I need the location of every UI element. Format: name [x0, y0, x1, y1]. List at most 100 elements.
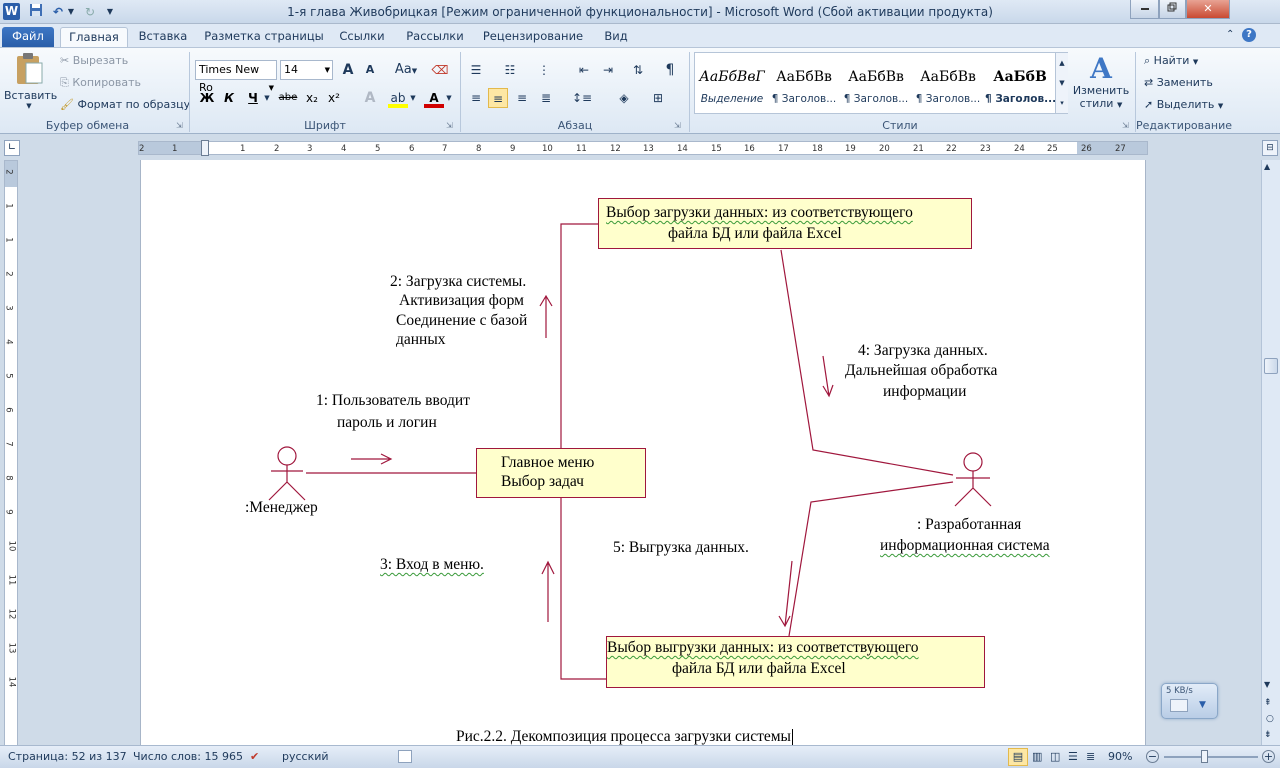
outline-view-icon[interactable]: ☰ — [1068, 750, 1078, 763]
ruler-tick: 25 — [1047, 144, 1058, 154]
format-painter-button[interactable]: 🖌 Формат по образцу — [60, 98, 190, 111]
grow-font-button[interactable]: A — [338, 60, 358, 80]
web-layout-icon[interactable]: ◫ — [1050, 750, 1060, 763]
style-heading[interactable]: АаБбВв ¶ Заголов... — [913, 61, 983, 113]
gallery-scroll[interactable]: ▲ ▼ ▾ — [1055, 53, 1068, 113]
chevron-down-icon: ▼ — [324, 66, 330, 74]
full-screen-reading-icon[interactable]: ▥ — [1032, 750, 1042, 763]
zoom-slider[interactable] — [1164, 756, 1258, 758]
tab-insert[interactable]: Вставка — [134, 27, 192, 47]
decrease-indent-button[interactable]: ⇤ — [574, 60, 594, 80]
draft-view-icon[interactable]: ≣ — [1086, 750, 1095, 763]
subscript-button[interactable]: x₂ — [302, 88, 322, 108]
clear-formatting-button[interactable]: ⌫ — [430, 60, 450, 80]
show-marks-button[interactable]: ¶ — [660, 60, 680, 80]
tab-file[interactable]: Файл — [2, 27, 54, 47]
document-page[interactable]: Выбор загрузки данных: из соответствующе… — [140, 160, 1146, 750]
dialog-launcher-icon[interactable]: ⇲ — [446, 121, 453, 130]
line-spacing-button[interactable]: ↕≡ — [568, 88, 596, 108]
scroll-thumb[interactable] — [1264, 358, 1278, 374]
ruler-tick: 9 — [3, 509, 14, 515]
strikethrough-button[interactable]: abe — [278, 88, 298, 108]
zoom-in-icon[interactable]: + — [1262, 750, 1275, 763]
tab-mailings[interactable]: Рассылки — [400, 27, 470, 47]
dialog-launcher-icon[interactable]: ⇲ — [176, 121, 183, 130]
bullets-button[interactable]: ☰ — [466, 60, 486, 80]
minimize-button[interactable] — [1130, 0, 1159, 19]
align-center-button[interactable]: ≡ — [488, 88, 508, 108]
increase-indent-button[interactable]: ⇥ — [598, 60, 618, 80]
view-ruler-icon[interactable]: ⊟ — [1262, 140, 1278, 156]
highlight-button[interactable]: ab — [388, 88, 408, 108]
next-page-icon[interactable]: ⇟ — [1264, 730, 1272, 740]
underline-button[interactable]: Ч — [243, 88, 263, 108]
zoom-out-icon[interactable]: − — [1146, 750, 1159, 763]
vertical-scrollbar[interactable]: ▲ ▼ ⇞ ○ ⇟ — [1261, 160, 1280, 750]
zoom-slider-thumb[interactable] — [1201, 750, 1208, 763]
shading-button[interactable]: ◈ — [610, 88, 638, 108]
language-indicator[interactable]: русский — [282, 750, 329, 763]
multilevel-list-button[interactable]: ⋮ — [534, 60, 554, 80]
load-choice-box[interactable]: Выбор загрузки данных: из соответствующе… — [598, 198, 972, 249]
bold-button[interactable]: Ж — [197, 88, 217, 108]
cut-button[interactable]: ✂ Вырезать — [60, 54, 128, 67]
cursor-icon: ➚ — [1144, 98, 1154, 111]
macro-record-icon[interactable] — [398, 750, 412, 763]
scroll-down-icon[interactable]: ▼ — [1264, 680, 1270, 689]
change-styles-button[interactable]: A Изменить стили ▼ — [1072, 54, 1130, 111]
tab-references[interactable]: Ссылки — [334, 27, 390, 47]
borders-button[interactable]: ⊞ — [644, 88, 672, 108]
minimize-ribbon-icon[interactable]: ⌃ — [1226, 29, 1234, 40]
find-button[interactable]: ⌕ Найти ▼ — [1144, 54, 1198, 68]
style-heading[interactable]: АаБбВ ¶ Заголов... — [985, 61, 1055, 113]
font-color-button[interactable]: A — [424, 88, 444, 108]
justify-button[interactable]: ≣ — [536, 88, 556, 108]
font-name-combo[interactable]: Times New Ro ▼ — [195, 60, 277, 94]
italic-button[interactable]: К — [219, 88, 239, 108]
browse-object-icon[interactable]: ○ — [1266, 714, 1274, 724]
underline-dropdown[interactable]: ▼ — [262, 88, 272, 108]
tab-view[interactable]: Вид — [596, 27, 636, 47]
style-heading[interactable]: АаБбВв ¶ Заголов... — [841, 61, 911, 113]
zoom-level[interactable]: 90% — [1108, 750, 1132, 763]
paste-button[interactable]: Вставить ▼ — [4, 52, 57, 114]
main-menu-box[interactable]: Главное меню Выбор задач — [476, 448, 646, 498]
previous-page-icon[interactable]: ⇞ — [1264, 698, 1272, 708]
font-color-dropdown[interactable]: ▼ — [444, 88, 454, 108]
tab-home[interactable]: Главная — [60, 27, 128, 47]
print-layout-view-icon[interactable]: ▤ — [1008, 748, 1028, 766]
style-emphasis[interactable]: АаБбВвГ Выделение — [697, 61, 767, 113]
font-size-combo[interactable]: 14 ▼ — [280, 60, 333, 80]
tab-review[interactable]: Рецензирование — [478, 27, 588, 47]
dialog-launcher-icon[interactable]: ⇲ — [1122, 121, 1129, 130]
select-button[interactable]: ➚ Выделить ▼ — [1144, 98, 1223, 111]
copy-button[interactable]: ⎘ Копировать — [60, 76, 141, 90]
unload-choice-box[interactable]: Выбор выгрузки данных: из соответствующе… — [606, 636, 985, 688]
numbering-button[interactable]: ☷ — [500, 60, 520, 80]
change-case-button[interactable]: Aa▼ — [392, 60, 420, 80]
highlight-dropdown[interactable]: ▼ — [408, 88, 418, 108]
close-button[interactable]: ✕ — [1186, 0, 1230, 19]
help-icon[interactable]: ? — [1242, 28, 1256, 42]
horizontal-ruler[interactable]: 2 1 1 2 3 4 5 6 7 8 9 10 11 12 13 14 15 … — [138, 140, 1148, 156]
style-heading[interactable]: АаБбВв ¶ Заголов... — [769, 61, 839, 113]
text-effects-button[interactable]: A — [360, 88, 380, 108]
scroll-up-icon[interactable]: ▲ — [1264, 162, 1270, 171]
page-counter[interactable]: Страница: 52 из 137 — [8, 750, 127, 763]
sort-button[interactable]: ⇅ — [628, 60, 648, 80]
tab-page-layout[interactable]: Разметка страницы — [202, 27, 326, 47]
network-speed-widget[interactable]: 5 KB/s ▼ — [1161, 683, 1218, 719]
restore-button[interactable] — [1159, 0, 1186, 19]
vertical-ruler[interactable]: 2 1 1 2 3 4 5 6 7 8 9 10 11 12 13 14 — [4, 160, 18, 750]
indent-marker[interactable] — [201, 140, 209, 156]
dialog-launcher-icon[interactable]: ⇲ — [674, 121, 681, 130]
superscript-button[interactable]: x² — [324, 88, 344, 108]
word-count[interactable]: Число слов: 15 965 — [133, 750, 243, 763]
align-right-button[interactable]: ≡ — [512, 88, 532, 108]
align-left-button[interactable]: ≡ — [466, 88, 486, 108]
shrink-font-button[interactable]: A — [360, 60, 380, 80]
proofing-icon[interactable]: ✔ — [250, 750, 259, 763]
style-name: ¶ Заголов... — [843, 93, 909, 105]
replace-button[interactable]: ⇄ Заменить — [1144, 76, 1213, 89]
tab-selector-icon[interactable]: ∟ — [4, 140, 20, 156]
